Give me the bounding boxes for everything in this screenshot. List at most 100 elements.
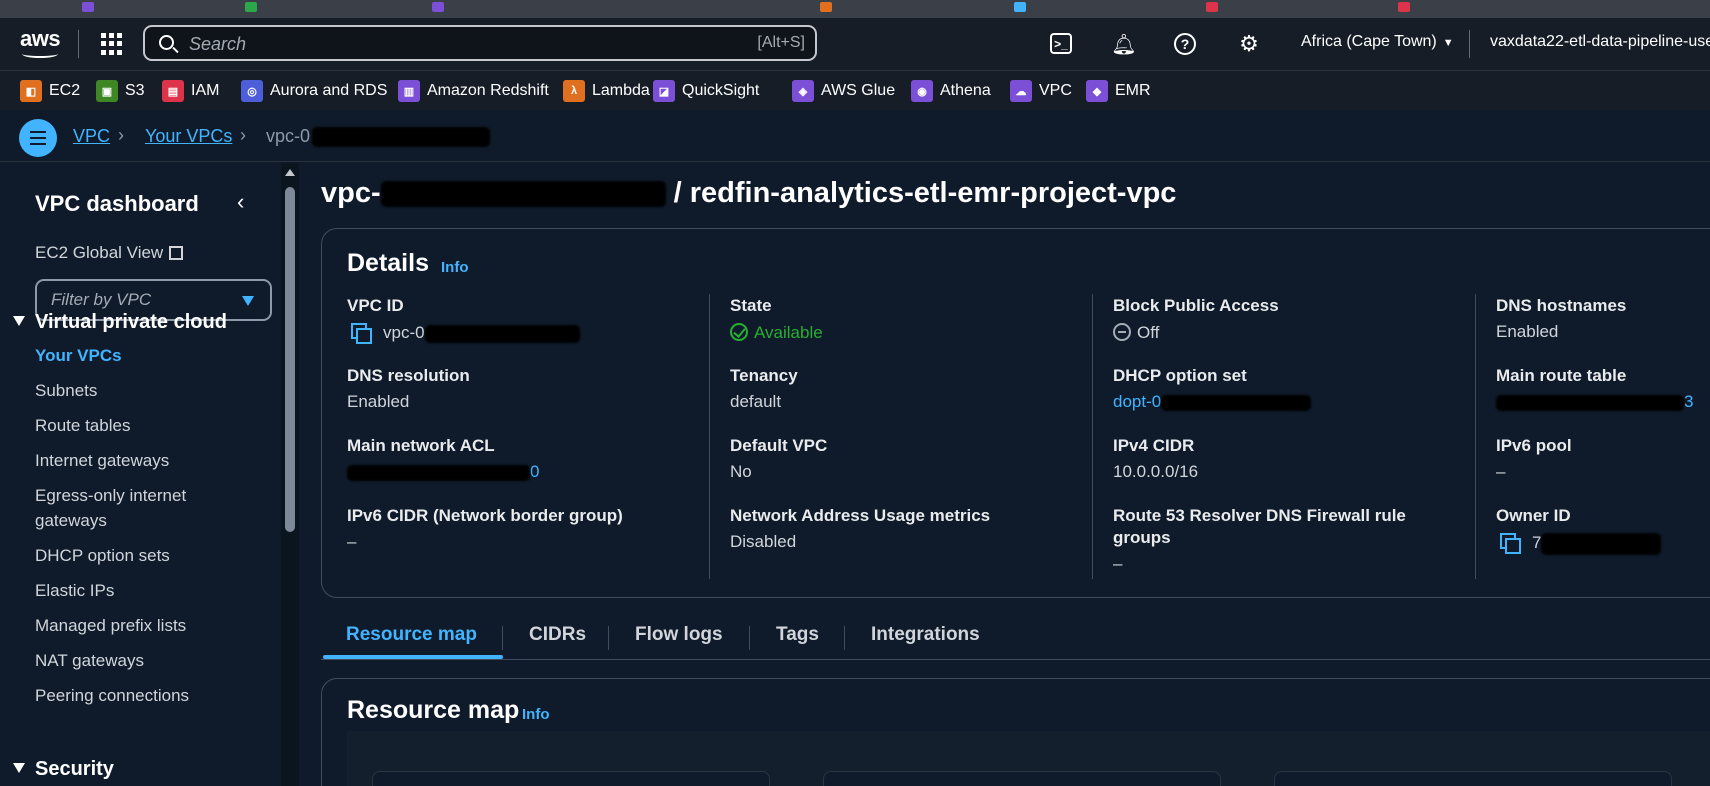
copy-icon[interactable] bbox=[351, 323, 372, 344]
favorite-ec2[interactable]: ◧ EC2 bbox=[20, 79, 80, 103]
resource-map-info-link[interactable]: Info bbox=[522, 706, 550, 723]
account-menu[interactable]: vaxdata22-etl-data-pipeline-user bbox=[1490, 33, 1710, 51]
sidebar-item-your-vpcs[interactable]: Your VPCs bbox=[35, 343, 122, 368]
favorite-quicksight[interactable]: ◪ QuickSight bbox=[653, 79, 759, 103]
sidebar-item-peering-connections[interactable]: Peering connections bbox=[35, 683, 189, 708]
vpc-id-value: vpc-0 bbox=[383, 323, 425, 342]
services-grid-icon[interactable] bbox=[101, 33, 123, 55]
amazon-redshift-service-icon: ▥ bbox=[398, 80, 420, 102]
favorite-lambda[interactable]: λ Lambda bbox=[563, 79, 650, 103]
scroll-up-icon[interactable] bbox=[285, 169, 295, 176]
favorite-label: EC2 bbox=[49, 82, 81, 99]
account-name: vaxdata22-etl-data-pipeline-user bbox=[1490, 33, 1710, 50]
sidebar-section-security[interactable]: Security bbox=[13, 758, 114, 781]
region-selector[interactable]: Africa (Cape Town) ▼ bbox=[1301, 33, 1454, 51]
tab-integrations[interactable]: Integrations bbox=[871, 624, 980, 646]
search-input[interactable] bbox=[189, 33, 689, 55]
tab-cidrs[interactable]: CIDRs bbox=[529, 624, 586, 646]
search-box[interactable]: [Alt+S] bbox=[143, 25, 817, 61]
chevron-left-icon[interactable]: ‹ bbox=[237, 189, 244, 215]
favorite-iam[interactable]: ▤ IAM bbox=[162, 79, 219, 103]
external-link-icon bbox=[169, 246, 184, 260]
field-label: IPv6 CIDR (Network border group) bbox=[347, 506, 623, 525]
browser-tab-favicon[interactable] bbox=[1398, 2, 1410, 12]
browser-tab-favicon[interactable] bbox=[82, 2, 94, 12]
vpc-filter-input[interactable] bbox=[51, 290, 231, 310]
field-block-public-access: Block Public Access Off bbox=[1113, 295, 1279, 345]
favorite-aurora-and-rds[interactable]: ◎ Aurora and RDS bbox=[241, 79, 387, 103]
sidebar-item-nat-gateways[interactable]: NAT gateways bbox=[35, 648, 144, 673]
favorite-label: Lambda bbox=[592, 82, 650, 99]
field-value: – bbox=[347, 532, 357, 551]
browser-tab-favicon[interactable] bbox=[1014, 2, 1026, 12]
sidebar-item-managed-prefix-lists[interactable]: Managed prefix lists bbox=[35, 613, 186, 638]
field-value[interactable]: dopt-0 bbox=[1113, 390, 1312, 414]
field-value[interactable]: 3 bbox=[1496, 390, 1693, 414]
sidebar-item-elastic-ips[interactable]: Elastic IPs bbox=[35, 578, 114, 603]
field-label: DNS hostnames bbox=[1496, 296, 1627, 315]
gear-icon[interactable]: ⚙ bbox=[1236, 31, 1262, 57]
help-icon[interactable]: ? bbox=[1174, 33, 1196, 55]
cloudshell-icon[interactable]: >_ bbox=[1050, 33, 1072, 54]
sidebar-item-subnets[interactable]: Subnets bbox=[35, 378, 97, 403]
field-label: IPv6 pool bbox=[1496, 436, 1572, 455]
field-value[interactable]: 0 bbox=[347, 460, 539, 484]
details-info-link[interactable]: Info bbox=[441, 259, 469, 276]
resource-map-node[interactable] bbox=[1274, 771, 1672, 786]
dhcp-option-set-value: dopt-0 bbox=[1113, 392, 1162, 411]
sidebar-section-virtual-private-cloud[interactable]: Virtual private cloud bbox=[13, 311, 227, 334]
aws-logo-smile bbox=[22, 50, 58, 58]
field-label: State bbox=[730, 296, 772, 315]
favorite-emr[interactable]: ◆ EMR bbox=[1086, 79, 1151, 103]
redaction-block bbox=[424, 324, 580, 343]
field-owner-id: Owner ID 7 bbox=[1496, 505, 1662, 555]
sidebar-item-ec2-global-view[interactable]: EC2 Global View bbox=[35, 243, 184, 263]
favorite-aws-glue[interactable]: ◈ AWS Glue bbox=[792, 79, 895, 103]
sidebar-item-dhcp-option-sets[interactable]: DHCP option sets bbox=[35, 543, 170, 568]
favorites-bar: ◧ EC2 ▣ S3 ▤ IAM ◎ Aurora and RDS ▥ Amazon Redshi… bbox=[0, 70, 1710, 110]
field-label: Default VPC bbox=[730, 436, 828, 455]
tab-tags[interactable]: Tags bbox=[776, 624, 819, 646]
field-main-network-acl: Main network ACL 0 bbox=[347, 435, 539, 484]
browser-tab-favicon[interactable] bbox=[820, 2, 832, 12]
menu-toggle-button[interactable] bbox=[19, 119, 57, 157]
field-value: 7 bbox=[1496, 530, 1662, 555]
aws-logo[interactable]: aws bbox=[20, 26, 62, 60]
breadcrumb-your-vpcs[interactable]: Your VPCs bbox=[145, 126, 232, 147]
browser-tab-strip bbox=[0, 0, 1710, 18]
aws-glue-service-icon: ◈ bbox=[792, 80, 814, 102]
redaction-block bbox=[380, 181, 666, 208]
minus-circle-icon bbox=[1113, 323, 1131, 341]
bell-icon[interactable]: 🔔︎ bbox=[1111, 31, 1137, 57]
field-value: vpc-0 bbox=[347, 320, 580, 345]
field-value: No bbox=[730, 462, 752, 481]
resource-map-canvas bbox=[347, 731, 1710, 786]
tab-resource-map[interactable]: Resource map bbox=[346, 624, 477, 646]
column-divider bbox=[1092, 294, 1093, 579]
favorite-amazon-redshift[interactable]: ▥ Amazon Redshift bbox=[398, 79, 549, 103]
sidebar-item-internet-gateways[interactable]: Internet gateways bbox=[35, 448, 169, 473]
breadcrumb-bar: VPC › Your VPCs › vpc-0 bbox=[0, 110, 1710, 162]
redaction-block bbox=[312, 127, 491, 148]
favorite-label: IAM bbox=[191, 82, 220, 99]
breadcrumb-vpc[interactable]: VPC bbox=[73, 126, 110, 147]
tab-flow-logs[interactable]: Flow logs bbox=[635, 624, 723, 646]
resource-map-node[interactable] bbox=[372, 771, 770, 786]
lambda-service-icon: λ bbox=[563, 80, 585, 102]
sidebar-item-route-tables[interactable]: Route tables bbox=[35, 413, 130, 438]
sidebar-item-egress-only-internet-gateways[interactable]: Egress-only internet gateways bbox=[35, 483, 225, 533]
browser-tab-favicon[interactable] bbox=[432, 2, 444, 12]
favorite-s3[interactable]: ▣ S3 bbox=[96, 79, 145, 103]
scrollbar-thumb[interactable] bbox=[285, 187, 295, 532]
resource-map-node[interactable] bbox=[823, 771, 1221, 786]
browser-tab-favicon[interactable] bbox=[1206, 2, 1218, 12]
favorite-vpc[interactable]: ☁ VPC bbox=[1010, 79, 1072, 103]
copy-icon[interactable] bbox=[1500, 533, 1521, 554]
iam-service-icon: ▤ bbox=[162, 80, 184, 102]
divider bbox=[1469, 30, 1470, 58]
sidebar-scrollbar[interactable] bbox=[281, 163, 299, 786]
field-label: groups bbox=[1113, 528, 1171, 547]
vpc-service-icon: ☁ bbox=[1010, 80, 1032, 102]
browser-tab-favicon[interactable] bbox=[245, 2, 257, 12]
favorite-athena[interactable]: ◉ Athena bbox=[911, 79, 991, 103]
